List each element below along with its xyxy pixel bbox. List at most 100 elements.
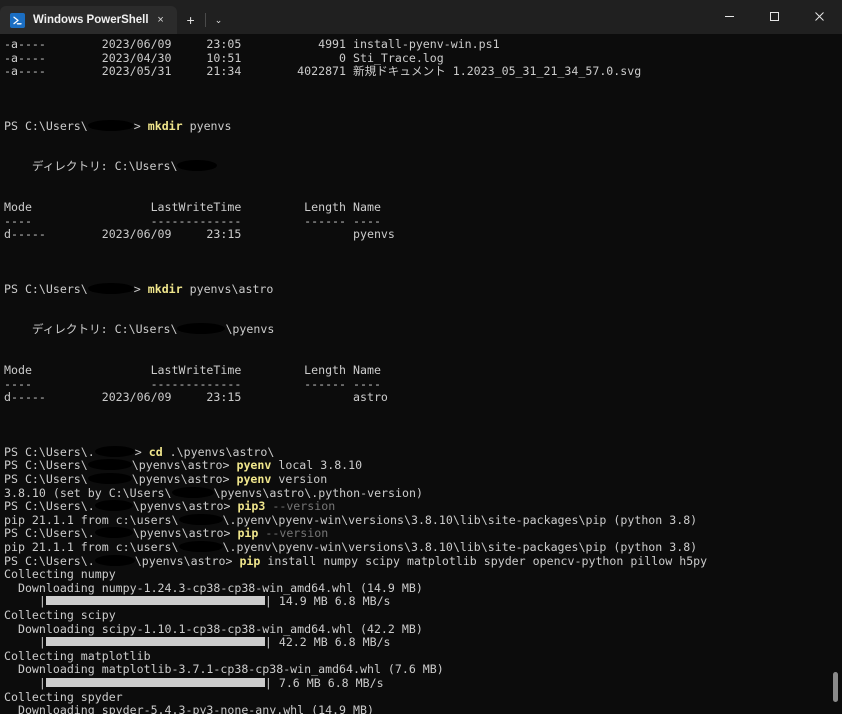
output-text: .\pyenvs\astro\ bbox=[162, 444, 275, 459]
output-text: -a---- 2023/06/09 23:05 4991 install-pye… bbox=[4, 37, 500, 51]
powershell-icon bbox=[10, 12, 25, 28]
output-text: \pyenvs\astro> bbox=[131, 458, 237, 473]
tab-windows-powershell[interactable]: Windows PowerShell × bbox=[0, 6, 177, 34]
output-text: Mode LastWriteTime Length Name bbox=[4, 363, 381, 378]
terminal-line: PS C:\Users\ \pyenvs\astro> pyenv version bbox=[4, 472, 842, 487]
terminal-line: Mode LastWriteTime Length Name bbox=[4, 200, 842, 215]
command-token: cd bbox=[148, 444, 163, 459]
output-text: | bbox=[4, 635, 46, 650]
terminal-line: ディレクトリ: C:\Users\ bbox=[4, 160, 842, 174]
command-token: mkdir bbox=[147, 118, 183, 133]
output-text: ---- ------------- ------ ---- bbox=[4, 213, 381, 228]
command-token: pip bbox=[239, 553, 261, 568]
output-text: Downloading numpy-1.24.3-cp38-cp38-win_a… bbox=[4, 580, 423, 595]
terminal-line: PS C:\Users\. \pyenvs\astro> pip install … bbox=[4, 553, 842, 569]
terminal-output[interactable]: -a---- 2023/06/09 23:05 4991 install-pye… bbox=[0, 34, 842, 714]
output-text: \.pyenv\pyenv-win\versions\3.8.10\lib\si… bbox=[222, 512, 698, 527]
terminal-line: PS C:\Users\ > mkdir pyenvs bbox=[4, 118, 842, 134]
scrollbar-thumb[interactable] bbox=[833, 672, 838, 702]
command-token: pyenv bbox=[236, 458, 272, 473]
output-text: > bbox=[134, 444, 149, 459]
terminal-line: Downloading spyder-5.4.3-py3-none-any.wh… bbox=[4, 703, 842, 714]
terminal-line: Downloading scipy-1.10.1-cp38-cp38-win_a… bbox=[4, 621, 842, 637]
output-text: d----- 2023/06/09 23:15 pyenvs bbox=[4, 227, 395, 242]
output-text: PS C:\Users\ bbox=[4, 118, 88, 133]
terminal-line: 3.8.10 (set by C:\Users\ \pyenvs\astro\.p… bbox=[4, 485, 842, 501]
redacted-username bbox=[177, 323, 226, 335]
terminal-line: PS C:\Users\. > cd .\pyenvs\astro\ bbox=[4, 444, 842, 460]
terminal-line: Collecting spyder bbox=[4, 690, 842, 705]
terminal-line: Downloading numpy-1.24.3-cp38-cp38-win_a… bbox=[4, 580, 842, 596]
terminal-line: | | 7.6 MB 6.8 MB/s bbox=[4, 675, 842, 691]
terminal-line: PS C:\Users\ > mkdir pyenvs\astro bbox=[4, 281, 842, 297]
output-text: -a---- 2023/05/31 21:34 4022871 新規ドキュメント… bbox=[4, 64, 642, 79]
window-controls bbox=[707, 0, 842, 32]
output-text: Mode LastWriteTime Length Name bbox=[4, 200, 381, 215]
redacted-username bbox=[94, 445, 135, 457]
flag-token: --version bbox=[258, 526, 329, 541]
download-progress-bar bbox=[45, 637, 265, 647]
output-text: Downloading spyder-5.4.3-py3-none-any.wh… bbox=[4, 703, 374, 714]
output-text: | 7.6 MB 6.8 MB/s bbox=[264, 675, 384, 690]
output-text: d----- 2023/06/09 23:15 astro bbox=[4, 390, 388, 405]
output-text: PS C:\Users\ bbox=[4, 472, 88, 486]
output-text: Downloading matplotlib-3.7.1-cp38-cp38-w… bbox=[4, 662, 444, 677]
close-button[interactable] bbox=[797, 0, 842, 32]
tab-strip: Windows PowerShell × + ⌄ bbox=[0, 0, 233, 34]
terminal-line: -a---- 2023/06/09 23:05 4991 install-pye… bbox=[4, 37, 842, 52]
output-text: \pyenvs\astro> bbox=[132, 499, 238, 514]
output-text: ---- ------------- ------ ---- bbox=[4, 376, 381, 391]
output-text: > bbox=[133, 118, 148, 133]
new-tab-button[interactable]: + bbox=[177, 6, 205, 34]
minimize-button[interactable] bbox=[707, 0, 752, 32]
output-text: local 3.8.10 bbox=[271, 458, 363, 473]
flag-token: --version bbox=[265, 499, 336, 514]
output-text: \pyenvs bbox=[225, 322, 275, 337]
output-text: \pyenvs\astro\.python-version) bbox=[213, 485, 423, 500]
output-text: \pyenvs\astro> bbox=[131, 472, 237, 486]
output-text: Downloading scipy-1.10.1-cp38-cp38-win_a… bbox=[4, 621, 423, 636]
output-text: pip 21.1.1 from c:\users\ bbox=[4, 512, 179, 527]
redacted-username bbox=[94, 554, 135, 566]
terminal-line: ---- ------------- ------ ---- bbox=[4, 376, 842, 392]
terminal-line: -a---- 2023/05/31 21:34 4022871 新規ドキュメント… bbox=[4, 64, 842, 79]
output-text: PS C:\Users\. bbox=[4, 499, 95, 514]
terminal-line: ディレクトリ: C:\Users\ \pyenvs bbox=[4, 323, 842, 337]
output-text: PS C:\Users\ bbox=[4, 458, 88, 473]
terminal-line: Collecting scipy bbox=[4, 607, 842, 623]
output-text: ディレクトリ: C:\Users\ bbox=[4, 322, 178, 337]
terminal-line: | | 42.2 MB 6.8 MB/s bbox=[4, 635, 842, 650]
output-text: | bbox=[4, 675, 46, 690]
terminal-line: PS C:\Users\ \pyenvs\astro> pyenv local 3… bbox=[4, 459, 842, 473]
output-text: \.pyenv\pyenv-win\versions\3.8.10\lib\si… bbox=[222, 539, 698, 554]
terminal-line: PS C:\Users\. \pyenvs\astro> pip --versio… bbox=[4, 527, 842, 541]
output-text: pip 21.1.1 from c:\users\ bbox=[4, 539, 179, 554]
title-bar[interactable]: Windows PowerShell × + ⌄ bbox=[0, 0, 842, 34]
terminal-line: pip 21.1.1 from c:\users\ \.pyenv\pyenv-w… bbox=[4, 512, 842, 528]
close-tab-icon[interactable]: × bbox=[149, 9, 173, 31]
maximize-button[interactable] bbox=[752, 0, 797, 32]
terminal-line: d----- 2023/06/09 23:15 pyenvs bbox=[4, 228, 842, 242]
terminal-scrollbar[interactable] bbox=[828, 34, 842, 714]
output-text: Collecting matplotlib bbox=[4, 648, 151, 663]
terminal-line: pip 21.1.1 from c:\users\ \.pyenv\pyenv-w… bbox=[4, 539, 842, 555]
output-text: pyenvs\astro bbox=[182, 281, 274, 296]
output-text: -a---- 2023/04/30 10:51 0 Sti_Trace.log bbox=[4, 50, 444, 65]
download-progress-bar bbox=[45, 677, 265, 687]
chevron-down-icon[interactable]: ⌄ bbox=[204, 6, 233, 34]
output-text: Collecting scipy bbox=[4, 607, 116, 622]
powershell-window: Windows PowerShell × + ⌄ -a---- 2023/06/… bbox=[0, 0, 842, 714]
output-text: | 42.2 MB 6.8 MB/s bbox=[264, 635, 391, 650]
output-text: PS C:\Users\. bbox=[4, 553, 95, 568]
terminal-line: d----- 2023/06/09 23:15 astro bbox=[4, 391, 842, 405]
